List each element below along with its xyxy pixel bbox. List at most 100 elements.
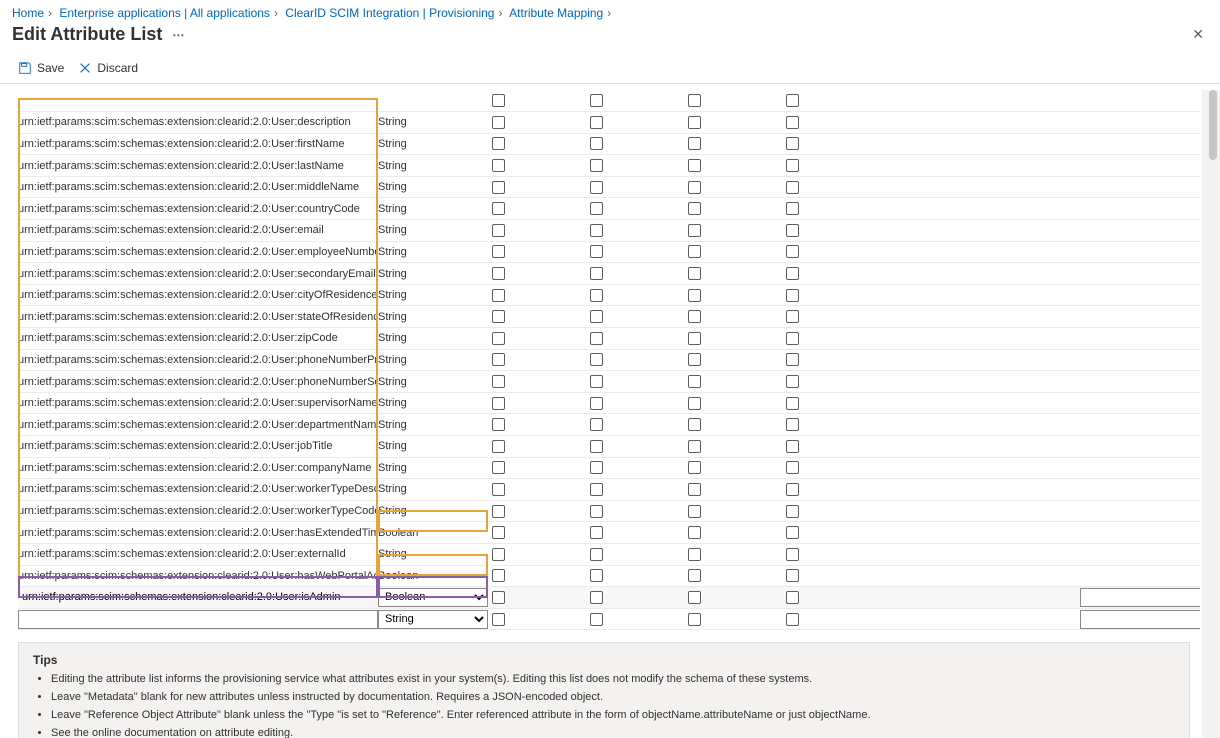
checkbox[interactable] bbox=[492, 159, 505, 172]
checkbox[interactable] bbox=[590, 505, 603, 518]
checkbox[interactable] bbox=[688, 375, 701, 388]
checkbox[interactable] bbox=[688, 332, 701, 345]
checkbox[interactable] bbox=[786, 94, 799, 107]
checkbox[interactable] bbox=[786, 613, 799, 626]
checkbox[interactable] bbox=[688, 94, 701, 107]
checkbox[interactable] bbox=[590, 548, 603, 561]
checkbox[interactable] bbox=[590, 353, 603, 366]
checkbox[interactable] bbox=[590, 591, 603, 604]
discard-button[interactable]: Discard bbox=[78, 61, 138, 75]
scrollbar-track[interactable] bbox=[1202, 90, 1220, 738]
checkbox[interactable] bbox=[492, 289, 505, 302]
checkbox[interactable] bbox=[786, 289, 799, 302]
checkbox[interactable] bbox=[590, 94, 603, 107]
attr-name-input[interactable] bbox=[18, 610, 378, 629]
checkbox[interactable] bbox=[492, 116, 505, 129]
checkbox[interactable] bbox=[590, 224, 603, 237]
checkbox[interactable] bbox=[688, 569, 701, 582]
checkbox[interactable] bbox=[492, 440, 505, 453]
checkbox[interactable] bbox=[786, 310, 799, 323]
checkbox[interactable] bbox=[786, 137, 799, 150]
checkbox[interactable] bbox=[786, 332, 799, 345]
checkbox[interactable] bbox=[688, 289, 701, 302]
checkbox[interactable] bbox=[590, 440, 603, 453]
breadcrumb-link[interactable]: Enterprise applications | All applicatio… bbox=[59, 6, 270, 20]
checkbox[interactable] bbox=[786, 224, 799, 237]
checkbox[interactable] bbox=[492, 245, 505, 258]
checkbox[interactable] bbox=[688, 267, 701, 280]
checkbox[interactable] bbox=[590, 159, 603, 172]
checkbox[interactable] bbox=[786, 483, 799, 496]
checkbox[interactable] bbox=[688, 159, 701, 172]
checkbox[interactable] bbox=[786, 591, 799, 604]
checkbox[interactable] bbox=[590, 397, 603, 410]
checkbox[interactable] bbox=[590, 569, 603, 582]
checkbox[interactable] bbox=[688, 591, 701, 604]
more-actions-icon[interactable]: ⋯ bbox=[172, 28, 184, 42]
checkbox[interactable] bbox=[492, 483, 505, 496]
checkbox[interactable] bbox=[590, 289, 603, 302]
checkbox[interactable] bbox=[786, 526, 799, 539]
checkbox[interactable] bbox=[492, 397, 505, 410]
checkbox[interactable] bbox=[786, 116, 799, 129]
checkbox[interactable] bbox=[688, 613, 701, 626]
checkbox[interactable] bbox=[492, 418, 505, 431]
checkbox[interactable] bbox=[492, 267, 505, 280]
checkbox[interactable] bbox=[688, 116, 701, 129]
checkbox[interactable] bbox=[590, 526, 603, 539]
checkbox[interactable] bbox=[492, 613, 505, 626]
scrollbar-thumb[interactable] bbox=[1209, 90, 1217, 160]
checkbox[interactable] bbox=[786, 159, 799, 172]
checkbox[interactable] bbox=[786, 181, 799, 194]
checkbox[interactable] bbox=[492, 310, 505, 323]
checkbox[interactable] bbox=[492, 137, 505, 150]
checkbox[interactable] bbox=[590, 116, 603, 129]
checkbox[interactable] bbox=[688, 483, 701, 496]
checkbox[interactable] bbox=[590, 181, 603, 194]
checkbox[interactable] bbox=[688, 224, 701, 237]
checkbox[interactable] bbox=[688, 137, 701, 150]
checkbox[interactable] bbox=[492, 94, 505, 107]
checkbox[interactable] bbox=[590, 310, 603, 323]
checkbox[interactable] bbox=[786, 569, 799, 582]
checkbox[interactable] bbox=[786, 440, 799, 453]
breadcrumb-link[interactable]: Attribute Mapping bbox=[509, 6, 603, 20]
checkbox[interactable] bbox=[590, 613, 603, 626]
checkbox[interactable] bbox=[688, 526, 701, 539]
checkbox[interactable] bbox=[688, 505, 701, 518]
checkbox[interactable] bbox=[492, 569, 505, 582]
attr-name-input[interactable] bbox=[18, 588, 378, 607]
checkbox[interactable] bbox=[786, 245, 799, 258]
breadcrumb-link[interactable]: ClearID SCIM Integration | Provisioning bbox=[285, 6, 494, 20]
checkbox[interactable] bbox=[786, 397, 799, 410]
checkbox[interactable] bbox=[590, 483, 603, 496]
checkbox[interactable] bbox=[492, 332, 505, 345]
checkbox[interactable] bbox=[492, 505, 505, 518]
checkbox[interactable] bbox=[786, 375, 799, 388]
checkbox[interactable] bbox=[688, 202, 701, 215]
checkbox[interactable] bbox=[688, 440, 701, 453]
checkbox[interactable] bbox=[786, 461, 799, 474]
checkbox[interactable] bbox=[786, 202, 799, 215]
checkbox[interactable] bbox=[492, 181, 505, 194]
checkbox[interactable] bbox=[492, 526, 505, 539]
save-button[interactable]: Save bbox=[18, 61, 64, 75]
checkbox[interactable] bbox=[492, 375, 505, 388]
checkbox[interactable] bbox=[590, 267, 603, 280]
checkbox[interactable] bbox=[688, 461, 701, 474]
checkbox[interactable] bbox=[786, 418, 799, 431]
checkbox[interactable] bbox=[590, 332, 603, 345]
checkbox[interactable] bbox=[688, 181, 701, 194]
checkbox[interactable] bbox=[492, 548, 505, 561]
checkbox[interactable] bbox=[492, 461, 505, 474]
checkbox[interactable] bbox=[688, 245, 701, 258]
checkbox[interactable] bbox=[492, 224, 505, 237]
close-icon[interactable]: ✕ bbox=[1188, 22, 1208, 47]
attr-type-select[interactable]: StringBooleanIntegerDateTimeReferenceBin… bbox=[378, 588, 488, 607]
checkbox[interactable] bbox=[492, 591, 505, 604]
checkbox[interactable] bbox=[688, 418, 701, 431]
metadata-input[interactable] bbox=[1080, 610, 1200, 629]
attr-type-select[interactable]: StringBooleanIntegerDateTimeReferenceBin… bbox=[378, 610, 488, 629]
checkbox[interactable] bbox=[590, 375, 603, 388]
checkbox[interactable] bbox=[688, 548, 701, 561]
